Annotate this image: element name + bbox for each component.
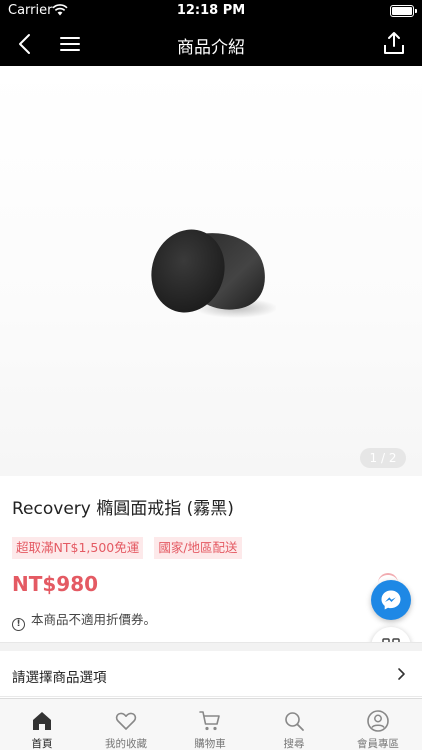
promo-tags: 超取滿NT$1,500免運 國家/地區配送 [12, 537, 248, 559]
chevron-right-icon [398, 668, 405, 680]
tab-member[interactable]: 會員專區 [336, 699, 420, 750]
options-label: 請選擇商品選項 [12, 670, 107, 686]
clock: 12:18 PM [176, 3, 246, 18]
heart-icon [115, 712, 137, 730]
tab-favorites-label: 我的收藏 [105, 738, 147, 750]
tab-home-label: 首頁 [31, 738, 53, 750]
tab-search[interactable]: 搜尋 [252, 699, 336, 750]
image-pager: 1 / 2 [360, 448, 406, 468]
messenger-icon [381, 590, 401, 610]
tab-home[interactable]: 首頁 [0, 699, 84, 750]
battery-icon [390, 5, 417, 17]
share-icon[interactable] [380, 29, 408, 57]
coupon-notice-text: 本商品不適用折價券。 [30, 612, 156, 627]
cart-icon [199, 711, 220, 731]
nav-bar: 商品介紹 [0, 22, 422, 66]
delivery-region-tag[interactable]: 國家/地區配送 [154, 537, 242, 559]
section-divider [0, 642, 422, 651]
product-options-selector[interactable]: 請選擇商品選項 [0, 651, 422, 697]
info-icon: ! [12, 618, 25, 631]
product-image [151, 229, 276, 318]
product-image-gallery[interactable]: 1 / 2 [0, 66, 422, 476]
page-title: 商品介紹 [177, 38, 245, 58]
tab-member-label: 會員專區 [357, 738, 399, 750]
tab-cart-label: 購物車 [194, 738, 226, 750]
status-bar: Carrier 12:18 PM [0, 0, 422, 22]
free-shipping-tag: 超取滿NT$1,500免運 [12, 537, 144, 559]
messenger-chat-button[interactable] [371, 580, 411, 620]
tab-cart[interactable]: 購物車 [168, 699, 252, 750]
search-icon [285, 712, 304, 731]
home-icon [33, 712, 51, 730]
user-icon [367, 710, 389, 732]
product-price: NT$980 [12, 572, 99, 596]
product-name: Recovery 橢圓面戒指 (霧黑) [12, 499, 234, 519]
tab-bar: 首頁 我的收藏 購物車 搜尋 會員專區 [0, 698, 422, 750]
coupon-notice: ! 本商品不適用折價券。 [12, 609, 156, 631]
tab-search-label: 搜尋 [283, 738, 305, 750]
tab-favorites[interactable]: 我的收藏 [84, 699, 168, 750]
